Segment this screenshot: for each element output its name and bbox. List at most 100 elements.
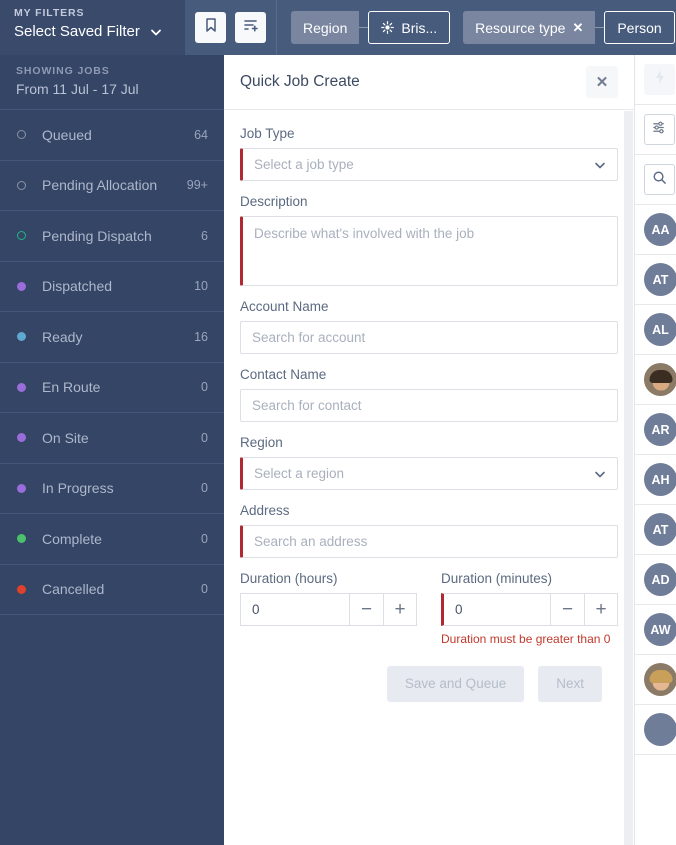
account-name-placeholder: Search for account (252, 330, 366, 345)
field-account-name: Account Name Search for account (240, 299, 618, 354)
address-input[interactable]: Search an address (240, 525, 618, 558)
chevron-down-icon (594, 159, 606, 171)
resource-row[interactable]: AH (635, 455, 676, 505)
avatar[interactable]: AW (644, 613, 676, 646)
chip-value-label: Person (617, 19, 662, 36)
status-dot-icon (17, 534, 26, 544)
chip-value[interactable]: Person (604, 11, 675, 44)
top-bar: MY FILTERS Select Saved Filter Region Br… (0, 0, 676, 55)
save-and-queue-button[interactable]: Save and Queue (386, 665, 525, 702)
status-count: 0 (201, 582, 208, 597)
saved-filter-dropdown[interactable]: Select Saved Filter (14, 23, 171, 40)
job-type-label: Job Type (240, 126, 295, 141)
duration-hours-value[interactable]: 0 (240, 593, 349, 626)
status-row[interactable]: Ready 16 (0, 312, 224, 363)
status-sidebar: SHOWING JOBS From 11 Jul - 17 Jul Queued… (0, 55, 224, 845)
avatar[interactable]: AH (644, 463, 676, 496)
add-filter-button[interactable] (235, 12, 266, 43)
close-icon[interactable]: ✕ (572, 20, 583, 36)
duration-minutes-decrement-button[interactable]: − (550, 593, 584, 626)
duration-minutes-increment-button[interactable]: + (584, 593, 618, 626)
resource-row[interactable]: AD (635, 555, 676, 605)
chip-key-label: Region (303, 19, 348, 36)
chip-value[interactable]: Bris... (368, 11, 451, 44)
avatar[interactable] (644, 713, 676, 746)
description-textarea[interactable]: Describe what's involved with the job (240, 216, 618, 286)
account-name-input[interactable]: Search for account (240, 321, 618, 354)
status-row[interactable]: Queued 64 (0, 110, 224, 161)
resource-row[interactable]: AT (635, 255, 676, 305)
status-count: 0 (201, 481, 208, 496)
resource-row[interactable]: AT (635, 505, 676, 555)
status-label: Ready (42, 328, 83, 345)
resource-row[interactable]: AW (635, 605, 676, 655)
status-count: 16 (194, 329, 208, 344)
modal-scrollbar[interactable] (624, 111, 633, 845)
address-placeholder: Search an address (254, 534, 368, 549)
avatar[interactable] (644, 663, 676, 696)
search-icon (652, 170, 667, 190)
avatar[interactable]: AD (644, 563, 676, 596)
resource-row[interactable]: AL (635, 305, 676, 355)
duration-hours-decrement-button[interactable]: − (349, 593, 383, 626)
status-dot-icon (17, 231, 26, 241)
resource-row[interactable]: AA (635, 205, 676, 255)
resource-panel: AA AT AL AR AH AT AD AW (635, 55, 676, 845)
bookmark-button[interactable] (195, 12, 226, 43)
next-button[interactable]: Next (538, 665, 602, 702)
modal-footer: Save and Queue Next (240, 648, 618, 702)
status-label: In Progress (42, 480, 114, 497)
avatar[interactable]: AL (644, 313, 676, 346)
field-region: Region Select a region (240, 435, 618, 490)
duration-minutes-label: Duration (minutes) (441, 571, 553, 586)
resource-row[interactable] (635, 355, 676, 405)
status-count: 0 (201, 430, 208, 445)
avatar[interactable] (644, 363, 676, 396)
duration-hours-increment-button[interactable]: + (383, 593, 417, 626)
status-row[interactable]: Pending Dispatch 6 (0, 211, 224, 262)
status-row[interactable]: En Route 0 (0, 363, 224, 413)
duration-minutes-value[interactable]: 0 (441, 593, 550, 626)
region-label: Region (240, 435, 283, 450)
field-contact-name: Contact Name Search for contact (240, 367, 618, 422)
modal-header: Quick Job Create ✕ (224, 55, 634, 110)
quick-job-create-modal: Quick Job Create ✕ Job Type Select a job… (224, 55, 635, 845)
avatar-initials: AL (652, 322, 669, 337)
chip-key[interactable]: Region (291, 11, 360, 44)
status-row[interactable]: In Progress 0 (0, 464, 224, 514)
resource-row[interactable]: AR (635, 405, 676, 455)
chevron-down-icon (594, 468, 606, 480)
avatar[interactable]: AT (644, 513, 676, 546)
filter-chip-resource-type[interactable]: Resource type ✕ Person (463, 11, 675, 44)
lightning-button[interactable] (644, 64, 675, 95)
avatar[interactable]: AR (644, 413, 676, 446)
resource-row[interactable] (635, 655, 676, 705)
search-button[interactable] (644, 164, 675, 195)
job-type-select[interactable]: Select a job type (240, 148, 618, 181)
showing-jobs-label: SHOWING JOBS (16, 65, 110, 77)
status-row[interactable]: Complete 0 (0, 514, 224, 565)
contact-name-label: Contact Name (240, 367, 327, 382)
status-dot-icon (17, 483, 26, 493)
status-count: 64 (194, 127, 208, 142)
field-duration-hours: Duration (hours) 0 − + (240, 571, 417, 648)
contact-name-input[interactable]: Search for contact (240, 389, 618, 422)
status-row[interactable]: On Site 0 (0, 413, 224, 464)
region-select[interactable]: Select a region (240, 457, 618, 490)
filter-chip-region[interactable]: Region Bris... (291, 11, 451, 44)
status-row[interactable]: Cancelled 0 (0, 565, 224, 615)
status-label: Pending Allocation (42, 177, 158, 194)
my-filters-block[interactable]: MY FILTERS Select Saved Filter (0, 0, 185, 55)
description-label: Description (240, 194, 308, 209)
status-row[interactable]: Pending Allocation 99+ (0, 161, 224, 211)
sliders-icon (652, 120, 667, 140)
avatar[interactable]: AT (644, 263, 676, 296)
field-address: Address Search an address (240, 503, 618, 558)
sliders-button[interactable] (644, 114, 675, 145)
close-modal-button[interactable]: ✕ (586, 66, 618, 98)
resource-row[interactable] (635, 705, 676, 755)
resource-panel-tool-cell (635, 55, 676, 105)
status-row[interactable]: Dispatched 10 (0, 262, 224, 312)
avatar[interactable]: AA (644, 213, 676, 246)
chip-key[interactable]: Resource type ✕ (463, 11, 596, 44)
